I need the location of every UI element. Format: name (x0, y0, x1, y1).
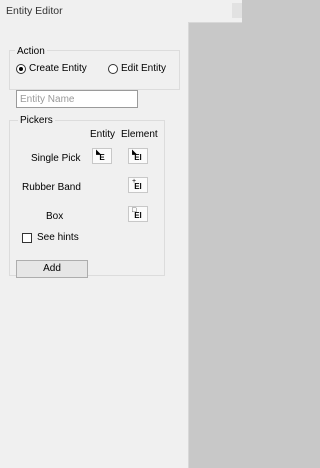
title-bar-button-stub[interactable] (232, 3, 242, 18)
see-hints-checkbox[interactable] (22, 233, 32, 243)
entity-name-input[interactable] (17, 91, 137, 107)
create-entity-label: Create Entity (29, 63, 87, 74)
entity-name-field[interactable] (16, 90, 138, 108)
element-glyph: El (134, 211, 142, 220)
rubber-band-label: Rubber Band (22, 182, 81, 193)
element-glyph: El (134, 182, 142, 191)
column-header-element: Element (121, 129, 158, 140)
box-element-button[interactable]: □ El (128, 206, 148, 222)
edit-entity-label: Edit Entity (121, 63, 167, 74)
window-title: Entity Editor (6, 5, 63, 17)
pickers-group (9, 120, 165, 276)
add-button[interactable]: Add (16, 260, 88, 278)
entity-editor-panel: Action Create Entity Edit Entity Pickers… (0, 22, 189, 468)
add-button-label: Add (43, 263, 61, 274)
single-pick-entity-button[interactable]: ◣ E (92, 148, 112, 164)
action-group-title: Action (15, 46, 47, 57)
pickers-group-title: Pickers (18, 115, 55, 126)
single-pick-label: Single Pick (31, 153, 81, 164)
single-pick-element-button[interactable]: ◣ El (128, 148, 148, 164)
entity-glyph: E (99, 153, 105, 162)
create-entity-radio-button[interactable] (16, 64, 26, 74)
rubber-band-element-button[interactable]: + El (128, 177, 148, 193)
box-label: Box (46, 211, 64, 222)
element-glyph: El (134, 153, 142, 162)
column-header-entity: Entity (90, 129, 116, 140)
see-hints-label: See hints (37, 232, 79, 243)
edit-entity-radio-button[interactable] (108, 64, 118, 74)
title-bar: Entity Editor (0, 0, 242, 23)
